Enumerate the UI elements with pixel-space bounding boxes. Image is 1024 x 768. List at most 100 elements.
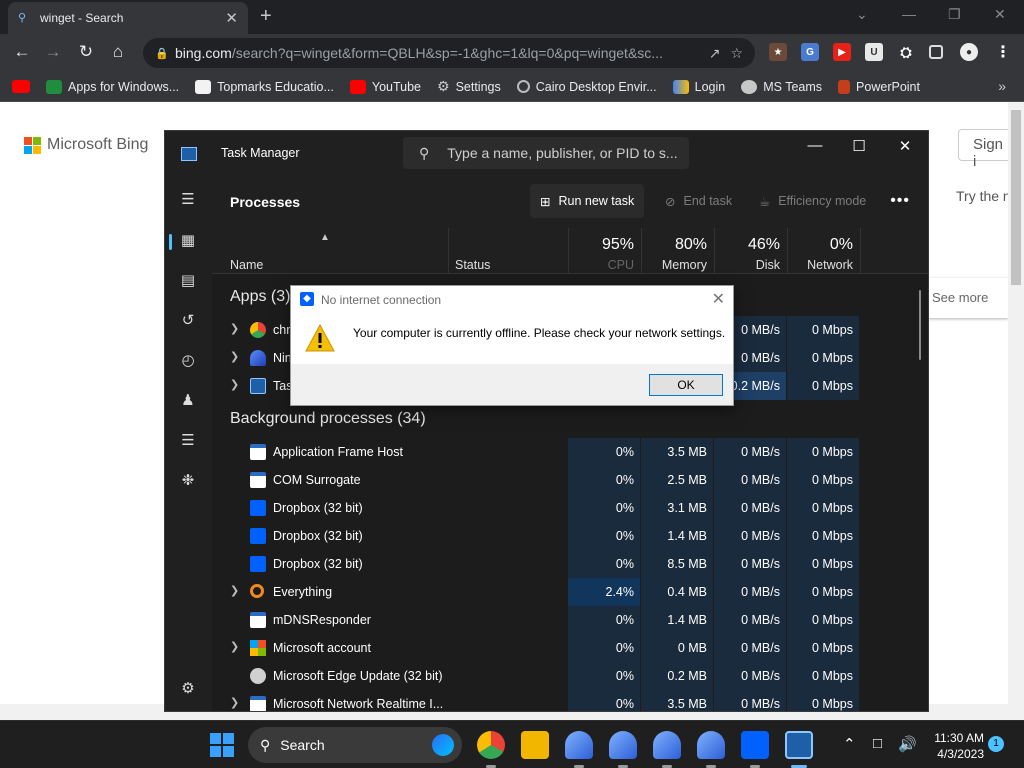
app-history-icon[interactable]: ↺	[179, 312, 197, 330]
bookmarks-overflow-icon[interactable]: »	[998, 78, 1006, 94]
scrollbar-thumb[interactable]	[1011, 110, 1021, 285]
startup-apps-icon[interactable]: ◴	[179, 352, 197, 370]
background-section-title[interactable]: Background processes (34)	[230, 410, 426, 428]
close-window-button[interactable]: ✕	[994, 6, 1006, 23]
minimize-window-button[interactable]: —	[902, 6, 916, 22]
more-options-icon[interactable]: •••	[890, 192, 910, 210]
apps-section-title[interactable]: Apps (3)	[230, 288, 290, 306]
table-row[interactable]: mDNSResponder 0% 1.4 MB 0 MB/s 0 Mbps	[212, 606, 912, 634]
forward-arrow-icon[interactable]: →	[42, 42, 64, 62]
memory-percent[interactable]: 80%	[641, 236, 707, 254]
column-status[interactable]: Status	[455, 258, 490, 272]
dialog-close-button[interactable]: ✕	[712, 289, 725, 309]
column-network[interactable]: Network	[787, 258, 853, 272]
run-new-task-button[interactable]: ⊞ Run new task	[530, 184, 645, 218]
expand-chevron-icon[interactable]: ❯	[230, 350, 239, 363]
tab-search-chevron-icon[interactable]: ⌄	[856, 6, 868, 23]
table-row[interactable]: COM Surrogate 0% 2.5 MB 0 MB/s 0 Mbps	[212, 466, 912, 494]
bookmark-youtube[interactable]: YouTube	[349, 79, 421, 94]
users-icon[interactable]: ♟	[179, 392, 197, 410]
disk-percent[interactable]: 46%	[714, 236, 780, 254]
extension-icon[interactable]: ★	[769, 43, 787, 61]
expand-chevron-icon[interactable]: ❯	[230, 640, 239, 653]
bookmark-cairo[interactable]: Cairo Desktop Envir...	[516, 80, 657, 94]
minimize-button[interactable]: —	[800, 137, 830, 154]
lock-icon[interactable]: 🔒	[155, 47, 169, 60]
column-disk[interactable]: Disk	[714, 258, 780, 272]
notification-badge[interactable]: 1	[988, 736, 1004, 752]
shield-extension-icon[interactable]: U	[865, 43, 883, 61]
details-icon[interactable]: ☰	[179, 432, 197, 450]
file-explorer-icon[interactable]	[521, 731, 549, 759]
address-bar[interactable]: 🔒 bing.com/search?q=winget&form=QBLH&sp=…	[143, 38, 755, 68]
expand-chevron-icon[interactable]: ❯	[230, 696, 239, 709]
app-taskbar-icon[interactable]	[653, 731, 681, 759]
settings-gear-icon[interactable]: ⚙	[179, 680, 197, 698]
table-row[interactable]: Dropbox (32 bit) 0% 8.5 MB 0 MB/s 0 Mbps	[212, 550, 912, 578]
bookmark-topmarks[interactable]: Topmarks Educatio...	[195, 79, 334, 94]
new-tab-button[interactable]: +	[260, 6, 272, 26]
puzzle-extensions-icon[interactable]: ⛭	[897, 43, 915, 61]
tray-chevron-up-icon[interactable]: ⌃	[843, 735, 856, 753]
services-icon[interactable]: ❉	[179, 472, 197, 490]
bing-logo[interactable]: Microsoft Bing	[24, 136, 148, 154]
home-icon[interactable]: ⌂	[107, 42, 129, 62]
table-row[interactable]: Microsoft Edge Update (32 bit) 0% 0.2 MB…	[212, 662, 912, 690]
table-row[interactable]: Application Frame Host 0% 3.5 MB 0 MB/s …	[212, 438, 912, 466]
app-taskbar-icon[interactable]	[697, 731, 725, 759]
taskbar-search-box[interactable]: ⚲ Search	[248, 727, 462, 763]
table-row[interactable]: ❯ Microsoft account 0% 0 MB 0 MB/s 0 Mbp…	[212, 634, 912, 662]
end-task-button[interactable]: ⊘ End task	[655, 184, 742, 218]
browser-tab-active[interactable]: ⚲ winget - Search ✕	[8, 2, 248, 34]
network-percent[interactable]: 0%	[787, 236, 853, 254]
clock[interactable]: 11:30 AM 4/3/2023	[924, 730, 984, 762]
close-button[interactable]: ✕	[890, 137, 920, 155]
bookmark-login[interactable]: Login	[672, 79, 725, 94]
close-tab-icon[interactable]: ✕	[225, 9, 238, 27]
youtube-extension-icon[interactable]: ▶	[833, 43, 851, 61]
expand-chevron-icon[interactable]: ❯	[230, 322, 239, 335]
cpu-percent[interactable]: 95%	[568, 236, 634, 254]
dropbox-taskbar-icon[interactable]	[741, 731, 769, 759]
hamburger-menu-icon[interactable]: ☰	[179, 191, 197, 209]
table-row[interactable]: Dropbox (32 bit) 0% 1.4 MB 0 MB/s 0 Mbps	[212, 522, 912, 550]
table-row[interactable]: ❯ Everything 2.4% 0.4 MB 0 MB/s 0 Mbps	[212, 578, 912, 606]
bookmark-settings[interactable]: ⚙ Settings	[437, 78, 501, 95]
app-taskbar-icon[interactable]	[565, 731, 593, 759]
start-button[interactable]	[210, 733, 234, 757]
try-text[interactable]: Try the n	[956, 188, 1011, 204]
process-search-input[interactable]: ⚲ Type a name, publisher, or PID to s...	[403, 137, 689, 169]
bookmark-ms-teams[interactable]: MS Teams	[741, 79, 822, 94]
browser-menu-icon[interactable]: ⋮	[994, 43, 1012, 61]
bookmark-youtube-icon[interactable]	[12, 80, 30, 93]
list-scrollbar[interactable]	[919, 290, 921, 360]
app-taskbar-icon[interactable]	[609, 731, 637, 759]
column-memory[interactable]: Memory	[641, 258, 707, 272]
table-row[interactable]: ❯ Microsoft Network Realtime I... 0% 3.5…	[212, 690, 912, 711]
profile-avatar-icon[interactable]: ●	[960, 43, 978, 61]
ok-button[interactable]: OK	[649, 374, 723, 396]
performance-icon[interactable]: ▤	[179, 272, 197, 290]
column-name[interactable]: Name	[230, 258, 263, 272]
volume-icon[interactable]: 🔊	[898, 735, 917, 753]
task-manager-taskbar-icon[interactable]	[785, 731, 813, 759]
bing-chat-icon[interactable]	[432, 734, 454, 756]
translate-extension-icon[interactable]: G	[801, 43, 819, 61]
see-more-link[interactable]: See more	[928, 278, 1008, 318]
table-row[interactable]: Dropbox (32 bit) 0% 3.1 MB 0 MB/s 0 Mbps	[212, 494, 912, 522]
expand-chevron-icon[interactable]: ❯	[230, 378, 239, 391]
bookmark-star-icon[interactable]: ☆	[730, 45, 743, 62]
share-icon[interactable]: ↗	[709, 45, 721, 62]
chrome-taskbar-icon[interactable]	[477, 731, 505, 759]
network-offline-icon[interactable]: □	[873, 735, 882, 752]
maximize-button[interactable]: ☐	[844, 137, 874, 155]
expand-chevron-icon[interactable]: ❯	[230, 584, 239, 597]
processes-icon[interactable]: ▦	[179, 232, 197, 250]
bookmark-powerpoint[interactable]: PowerPoint	[838, 79, 920, 94]
page-vertical-scrollbar[interactable]	[1008, 102, 1024, 720]
restore-window-button[interactable]: ❐	[948, 6, 961, 23]
column-cpu[interactable]: CPU	[568, 258, 634, 272]
reload-icon[interactable]: ↻	[75, 42, 97, 62]
bookmark-apps-for-windows[interactable]: Apps for Windows...	[46, 79, 179, 94]
efficiency-mode-button[interactable]: ☕ Efficiency mode	[749, 184, 876, 218]
